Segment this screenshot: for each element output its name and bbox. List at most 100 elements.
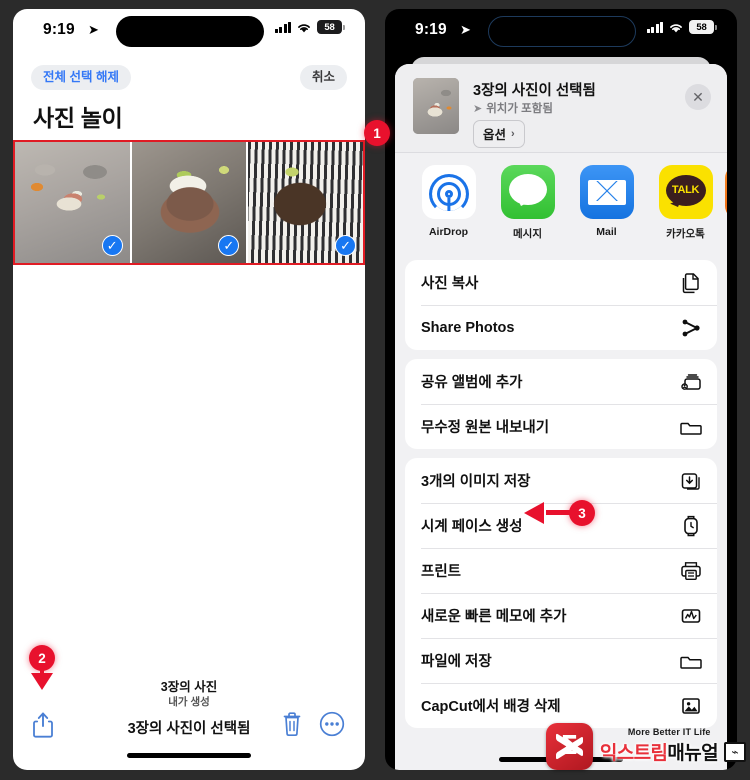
close-icon[interactable]: ✕: [685, 84, 711, 110]
brand-logo-icon: Σ: [545, 722, 593, 770]
watermark-badge-icon: [724, 741, 746, 762]
share-icon[interactable]: [31, 711, 55, 739]
right-status-bar: 9:19 ➤ 58: [385, 9, 737, 55]
photo-selection-highlight: ✓ ✓ ✓: [13, 140, 365, 265]
cellular-bars-icon: [274, 21, 291, 33]
action-group-1: 사진 복사 Share Photos: [405, 260, 717, 350]
wifi-icon: [298, 23, 310, 32]
row-label: 새로운 빠른 메모에 추가: [421, 609, 567, 625]
left-status-bar: 9:19 ➤ 58: [13, 9, 365, 55]
row-label: CapCut에서 배경 삭제: [421, 699, 561, 715]
left-phone-frame: 9:19 ➤ 58 전체 선택 해제 취소 사진 놀이 ✓ ✓ ✓ 3장의 사진…: [0, 0, 375, 780]
photo-thumb-2[interactable]: ✓: [131, 142, 249, 263]
photo-source-label: 내가 생성: [168, 696, 210, 708]
watermark-text: More Better IT Life 익스트림매뉴얼: [600, 727, 746, 765]
status-time: 9:19: [415, 21, 447, 38]
selected-check-icon[interactable]: ✓: [101, 235, 123, 256]
share-target-kakaotalk[interactable]: TALK 카카오톡: [646, 165, 725, 241]
location-arrow-icon: ➤: [460, 22, 471, 37]
more-ellipsis-icon[interactable]: [319, 711, 345, 737]
row-label: 사진 복사: [421, 276, 479, 292]
photo-count-label: 3장의 사진: [160, 680, 218, 694]
share-target-app-row: AirDrop 메시지 Mail TALK 카카오톡: [395, 152, 727, 251]
row-label: 시계 페이스 생성: [421, 519, 523, 535]
share-target-airdrop[interactable]: AirDrop: [409, 165, 488, 241]
deselect-all-button[interactable]: 전체 선택 해제: [31, 65, 131, 90]
cellular-bars-icon: [646, 21, 663, 33]
cancel-button[interactable]: 취소: [299, 65, 347, 90]
battery-indicator: 58: [317, 20, 342, 34]
action-row-add-shared-album[interactable]: 공유 앨범에 추가: [405, 359, 717, 404]
home-indicator[interactable]: [127, 753, 251, 758]
partial-app-icon: [725, 165, 727, 219]
row-label: 공유 앨범에 추가: [421, 375, 523, 391]
save-images-icon: [681, 472, 700, 490]
options-button[interactable]: 옵션 ›: [473, 120, 525, 148]
action-row-save-to-files[interactable]: 파일에 저장: [405, 638, 717, 683]
watermark-name-part2: 매뉴얼: [667, 743, 718, 764]
mail-icon: [579, 165, 634, 219]
shared-item-thumbnail[interactable]: [413, 78, 459, 134]
dynamic-island: [116, 16, 264, 47]
row-label: 3개의 이미지 저장: [421, 474, 531, 490]
watermark-name-part1: 익스트림: [599, 743, 668, 764]
kakaotalk-tile-text: TALK: [671, 184, 700, 196]
row-label: 무수정 원본 내보내기: [421, 420, 550, 436]
album-title: 사진 놀이: [33, 105, 123, 131]
share-sheet-header: 3장의 사진이 선택됨 ➤ 위치가 포함됨 옵션 › ✕: [395, 64, 727, 152]
share-target-mail[interactable]: Mail: [567, 165, 646, 241]
selection-status-label: 3장의 사진이 선택됨: [127, 721, 251, 737]
row-label: Share Photos: [421, 319, 515, 336]
capcut-icon: [682, 697, 700, 714]
shared-album-icon: [681, 373, 701, 390]
photo-thumb-1[interactable]: ✓: [15, 142, 132, 263]
annotation-badge-3: 3: [569, 500, 595, 526]
watermark-name-row: 익스트림매뉴얼: [600, 738, 746, 765]
share-nodes-icon: [682, 319, 700, 336]
status-indicators: 58: [274, 20, 345, 34]
app-label: AirDrop: [428, 226, 469, 238]
trash-icon[interactable]: [281, 711, 303, 737]
location-arrow-icon: ➤: [473, 102, 483, 115]
share-sheet: 3장의 사진이 선택됨 ➤ 위치가 포함됨 옵션 › ✕ AirDrop 메시지…: [395, 64, 727, 770]
action-row-export-unmodified[interactable]: 무수정 원본 내보내기: [405, 404, 717, 449]
copy-documents-icon: [682, 272, 699, 293]
quick-note-icon: [681, 608, 701, 623]
share-sheet-title: 3장의 사진이 선택됨: [473, 83, 596, 99]
folder-icon: [680, 656, 702, 669]
watermark-tagline: More Better IT Life: [627, 727, 711, 737]
action-group-2: 공유 앨범에 추가 무수정 원본 내보내기: [405, 359, 717, 449]
row-label: 파일에 저장: [421, 654, 492, 670]
folder-icon: [680, 422, 702, 435]
left-nav-row: 전체 선택 해제 취소: [13, 65, 365, 99]
messages-icon: [500, 165, 555, 219]
annotation-badge-2: 2: [29, 645, 55, 671]
action-row-print[interactable]: 프린트: [405, 548, 717, 593]
selected-check-icon[interactable]: ✓: [335, 235, 357, 256]
action-row-copy-photos[interactable]: 사진 복사: [405, 260, 717, 305]
action-row-share-photos[interactable]: Share Photos: [405, 305, 717, 350]
watermark: Σ More Better IT Life 익스트림매뉴얼: [545, 720, 746, 772]
status-indicators: 58: [646, 20, 717, 34]
printer-icon: [681, 561, 701, 580]
left-phone-screen: 9:19 ➤ 58 전체 선택 해제 취소 사진 놀이 ✓ ✓ ✓ 3장의 사진…: [13, 9, 365, 770]
app-label: 카카오톡: [666, 228, 705, 240]
photo-image: [413, 78, 459, 134]
action-group-3: 3개의 이미지 저장 시계 페이스 생성 프린트 새로운 빠른 메모에 추가 파…: [405, 458, 717, 728]
action-row-quick-note[interactable]: 새로운 빠른 메모에 추가: [405, 593, 717, 638]
options-label: 옵션: [483, 128, 507, 142]
app-label: 메시지: [513, 228, 542, 240]
brand-logo-glyph: Σ: [560, 730, 579, 761]
right-phone-frame: 9:19 ➤ 58 3장의 사진이 선택됨 ➤ 위치가 포함됨 옵션 › ✕ A…: [375, 0, 750, 780]
action-row-save-images[interactable]: 3개의 이미지 저장: [405, 458, 717, 503]
battery-tip: [343, 24, 345, 30]
dynamic-island: [488, 16, 636, 47]
row-label: 프린트: [421, 564, 462, 580]
status-time: 9:19: [43, 21, 75, 38]
app-label: Mail: [596, 226, 617, 238]
annotation-arrow-3: [524, 502, 574, 524]
photo-thumb-3[interactable]: ✓: [248, 142, 363, 263]
share-target-partial[interactable]: [725, 165, 727, 241]
share-target-messages[interactable]: 메시지: [488, 165, 567, 241]
watermark-name: 익스트림매뉴얼: [599, 738, 719, 765]
